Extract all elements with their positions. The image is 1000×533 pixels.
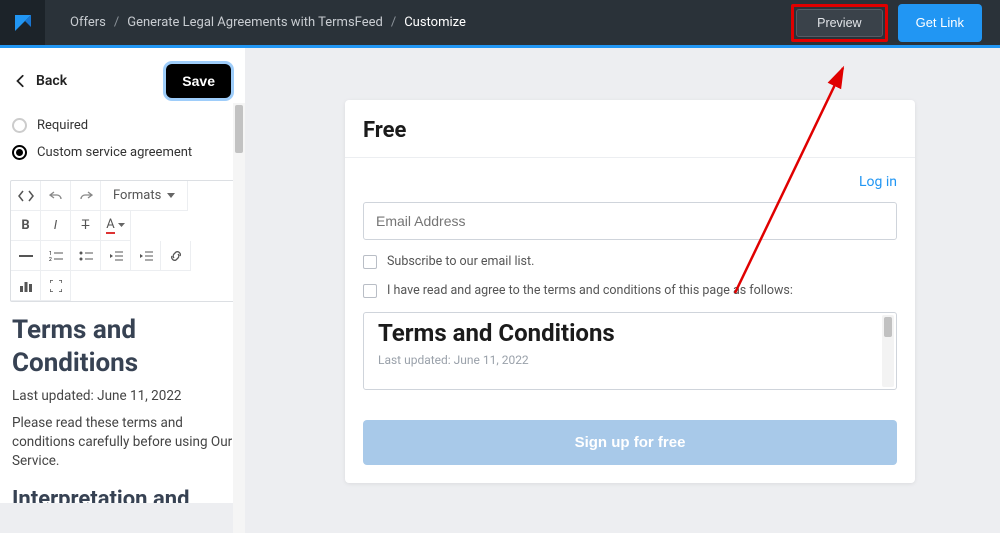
chart-button[interactable] xyxy=(11,271,41,301)
email-field[interactable] xyxy=(363,202,897,240)
text-color-button[interactable]: A xyxy=(101,211,131,241)
italic-button[interactable]: I xyxy=(41,211,71,241)
undo-button[interactable] xyxy=(41,181,71,211)
breadcrumb-current: Customize xyxy=(404,15,466,30)
bold-button[interactable]: B xyxy=(11,211,41,241)
doc-subheading: Interpretation and Definitions xyxy=(12,487,233,503)
card-title: Free xyxy=(345,100,915,158)
terms-scrollbar[interactable] xyxy=(882,315,894,387)
strikethrough-button[interactable]: T xyxy=(71,211,101,241)
preview-button[interactable]: Preview xyxy=(796,9,882,37)
get-link-button[interactable]: Get Link xyxy=(898,4,982,42)
chevron-down-icon xyxy=(118,223,125,228)
formats-label: Formats xyxy=(113,188,161,203)
terms-preview-box[interactable]: Terms and Conditions Last updated: June … xyxy=(363,312,897,390)
doc-paragraph: Please read these terms and conditions c… xyxy=(12,414,233,471)
breadcrumb-product[interactable]: Generate Legal Agreements with TermsFeed xyxy=(127,15,383,30)
terms-preview-heading: Terms and Conditions xyxy=(378,319,882,347)
fullscreen-button[interactable] xyxy=(41,271,71,301)
radio-label: Required xyxy=(37,118,88,133)
indent-button[interactable] xyxy=(131,241,161,271)
breadcrumb-sep: / xyxy=(114,15,119,30)
back-button[interactable]: Back xyxy=(14,73,67,89)
preview-canvas: Free Log in Subscribe to our email list.… xyxy=(245,48,1000,503)
agree-checkbox[interactable] xyxy=(363,284,377,298)
radio-custom-service-agreement[interactable]: Custom service agreement xyxy=(12,139,233,166)
breadcrumb: Offers / Generate Legal Agreements with … xyxy=(45,15,466,30)
save-button[interactable]: Save xyxy=(166,64,231,98)
unordered-list-button[interactable] xyxy=(71,241,101,271)
sidebar-scrollbar[interactable] xyxy=(233,103,245,533)
subscribe-label: Subscribe to our email list. xyxy=(387,254,534,269)
preview-highlight-box: Preview xyxy=(791,4,887,42)
doc-heading: Terms and Conditions xyxy=(12,314,233,379)
breadcrumb-sep: / xyxy=(391,15,396,30)
ordered-list-button[interactable]: 12 xyxy=(41,241,71,271)
login-link[interactable]: Log in xyxy=(363,174,897,190)
sidebar: Back Save Required Custom service agreem… xyxy=(0,48,245,503)
top-bar: Offers / Generate Legal Agreements with … xyxy=(0,0,1000,45)
editor-content[interactable]: Terms and Conditions Last updated: June … xyxy=(0,302,245,503)
signup-button[interactable]: Sign up for free xyxy=(363,420,897,465)
redo-button[interactable] xyxy=(71,181,101,211)
link-button[interactable] xyxy=(161,241,191,271)
offer-card: Free Log in Subscribe to our email list.… xyxy=(345,100,915,483)
outdent-button[interactable] xyxy=(101,241,131,271)
formats-dropdown[interactable]: Formats xyxy=(101,181,188,211)
radio-icon xyxy=(12,118,27,133)
radio-label: Custom service agreement xyxy=(37,145,192,160)
agree-label: I have read and agree to the terms and c… xyxy=(387,283,793,298)
terms-preview-sub: Last updated: June 11, 2022 xyxy=(378,353,882,367)
rich-text-toolbar: Formats B I T A 12 xyxy=(10,180,235,302)
radio-required[interactable]: Required xyxy=(12,112,233,139)
radio-icon xyxy=(12,145,27,160)
breadcrumb-offers[interactable]: Offers xyxy=(70,15,106,30)
logo[interactable] xyxy=(0,0,45,45)
back-label: Back xyxy=(36,73,67,89)
svg-text:2: 2 xyxy=(49,257,52,262)
subscribe-checkbox[interactable] xyxy=(363,255,377,269)
code-view-button[interactable] xyxy=(11,181,41,211)
arrow-left-icon xyxy=(14,74,28,88)
chevron-down-icon xyxy=(167,193,175,199)
doc-updated: Last updated: June 11, 2022 xyxy=(12,387,233,406)
hr-button[interactable] xyxy=(11,241,41,271)
